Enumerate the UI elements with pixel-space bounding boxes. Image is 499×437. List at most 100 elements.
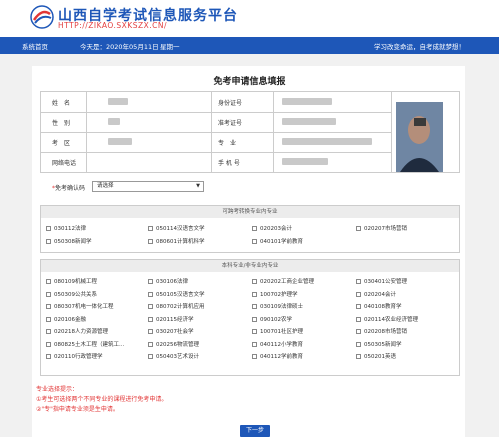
checkbox[interactable] [46,316,51,322]
major-checkbox-item[interactable]: 040101学前教育 [252,237,303,245]
major-checkbox-item[interactable]: 040112小学教育 [252,340,303,348]
major-checkbox-item[interactable]: 090102农学 [252,315,292,323]
major-checkbox-item[interactable]: 020204会计 [356,290,396,298]
checkbox[interactable] [148,329,153,334]
gender-label: 性 别 [52,120,71,127]
checkbox[interactable] [148,354,153,359]
major-checkbox-item[interactable]: 020256物流管理 [148,340,199,348]
checkbox[interactable] [46,226,51,231]
major-checkbox-item[interactable]: 050114汉语言文学 [148,224,205,232]
checkbox-label: 040101学前教育 [260,238,303,245]
checkbox[interactable] [148,279,153,284]
checkbox[interactable] [148,238,153,244]
major-checkbox-item[interactable]: 020207市场营销 [356,224,407,232]
major-checkbox-item[interactable]: 050308新闻学 [46,237,92,245]
major-checkbox-item[interactable]: 020202工商企业管理 [252,277,314,285]
checkbox[interactable] [46,238,51,244]
major-checkbox-item[interactable]: 100701社区护理 [252,327,303,335]
exemption-select[interactable]: 请选择 ▼ [92,181,204,192]
checkbox[interactable] [46,279,51,284]
checkbox-label: 050114汉语言文学 [156,226,205,232]
checkbox-label: 020204会计 [364,291,396,298]
major-checkbox-item[interactable]: 030106法律 [148,277,188,285]
checkbox[interactable] [148,226,153,231]
checkbox[interactable] [252,341,257,347]
checkbox[interactable] [252,304,257,309]
major-checkbox-item[interactable]: 030109法律硕士 [252,302,303,310]
exam-no-value [282,118,336,125]
checkbox[interactable] [46,304,51,309]
major-checkbox-item[interactable]: 030401公安管理 [356,277,407,285]
checkbox[interactable] [252,238,257,244]
major-checkbox-item[interactable]: 030112法律 [46,224,86,232]
checkbox-label: 020218人力资源管理 [54,329,108,335]
major-checkbox-item[interactable]: 020106金融 [46,315,86,323]
exemption-label: *免考确认码 [52,185,86,192]
nav-date: 今天是：2020年05月11日 [80,43,159,51]
checkbox-label: 090102农学 [260,316,292,323]
major-checkbox-item[interactable]: 050403艺术设计 [148,352,199,360]
major-checkbox-item[interactable]: 050309公共关系 [46,290,97,298]
phone-label: 网络电话 [52,160,77,167]
major-checkbox-item[interactable]: 050305新闻学 [356,340,402,348]
logo-icon [30,5,54,29]
major-checkbox-item[interactable]: 050201英语 [356,352,396,360]
checkbox[interactable] [148,304,153,309]
hint-title: 专业选择提示： [36,386,79,393]
checkbox-label: 050308新闻学 [54,238,92,245]
major-checkbox-item[interactable]: 080825土木工程（建筑工... [46,340,124,348]
checkbox-label: 100701社区护理 [260,329,303,335]
mobile-label: 手 机 号 [218,160,240,167]
checkbox[interactable] [148,316,153,322]
name-label: 姓 名 [52,100,71,107]
checkbox[interactable] [356,279,361,284]
checkbox[interactable] [46,341,51,347]
checkbox[interactable] [356,329,361,334]
major-checkbox-item[interactable]: 020110行政管理学 [46,352,103,360]
major-checkbox-item[interactable]: 080601计算机科学 [148,237,205,245]
major-checkbox-item[interactable]: 020114农业经济管理 [356,315,418,323]
major-checkbox-item[interactable]: 080109机械工程 [46,277,97,285]
checkbox[interactable] [252,316,257,322]
checkbox[interactable] [148,341,153,347]
checkbox-label: 080307机电一体化工程 [54,304,114,310]
checkbox[interactable] [356,316,361,322]
nav-home-link[interactable]: 系统首页 [22,41,48,51]
checkbox[interactable] [46,329,51,334]
checkbox[interactable] [46,354,51,359]
checkbox-label: 030207社会学 [156,329,194,335]
mobile-value [282,158,328,165]
nav-slogan: 学习改变命运，自考成就梦想！ [374,43,465,51]
checkbox[interactable] [356,304,361,309]
major-checkbox-item[interactable]: 080702计算机应用 [148,302,205,310]
checkbox[interactable] [148,291,153,297]
checkbox[interactable] [356,226,361,231]
checkbox-label: 020115经济学 [156,316,194,323]
major-checkbox-item[interactable]: 030207社会学 [148,327,194,335]
major-checkbox-item[interactable]: 020208市场营销 [356,327,407,335]
checkbox-label: 030109法律硕士 [260,304,303,310]
major-checkbox-item[interactable]: 020218人力资源管理 [46,327,108,335]
major-checkbox-item[interactable]: 020203会计 [252,224,292,232]
major-checkbox-item[interactable]: 080307机电一体化工程 [46,302,114,310]
checkbox[interactable] [356,341,361,347]
major-checkbox-item[interactable]: 040112学前教育 [252,352,303,360]
checkbox[interactable] [356,291,361,297]
checkbox[interactable] [252,226,257,231]
checkbox[interactable] [46,291,51,297]
checkbox[interactable] [252,354,257,359]
exam-no-label: 准考证号 [218,120,243,127]
major-checkbox-item[interactable]: 050105汉语言文学 [148,290,205,298]
checkbox-label: 020106金融 [54,316,86,323]
checkbox-label: 050201英语 [364,354,396,360]
checkbox[interactable] [356,354,361,359]
checkbox-label: 040108教育学 [364,304,402,310]
next-button[interactable]: 下一步 [240,425,270,437]
major-checkbox-item[interactable]: 020115经济学 [148,315,194,323]
checkbox-label: 030112法律 [54,226,86,232]
checkbox[interactable] [252,279,257,284]
checkbox[interactable] [252,329,257,334]
checkbox[interactable] [252,291,257,297]
major-checkbox-item[interactable]: 100702护理学 [252,290,298,298]
major-checkbox-item[interactable]: 040108教育学 [356,302,402,310]
